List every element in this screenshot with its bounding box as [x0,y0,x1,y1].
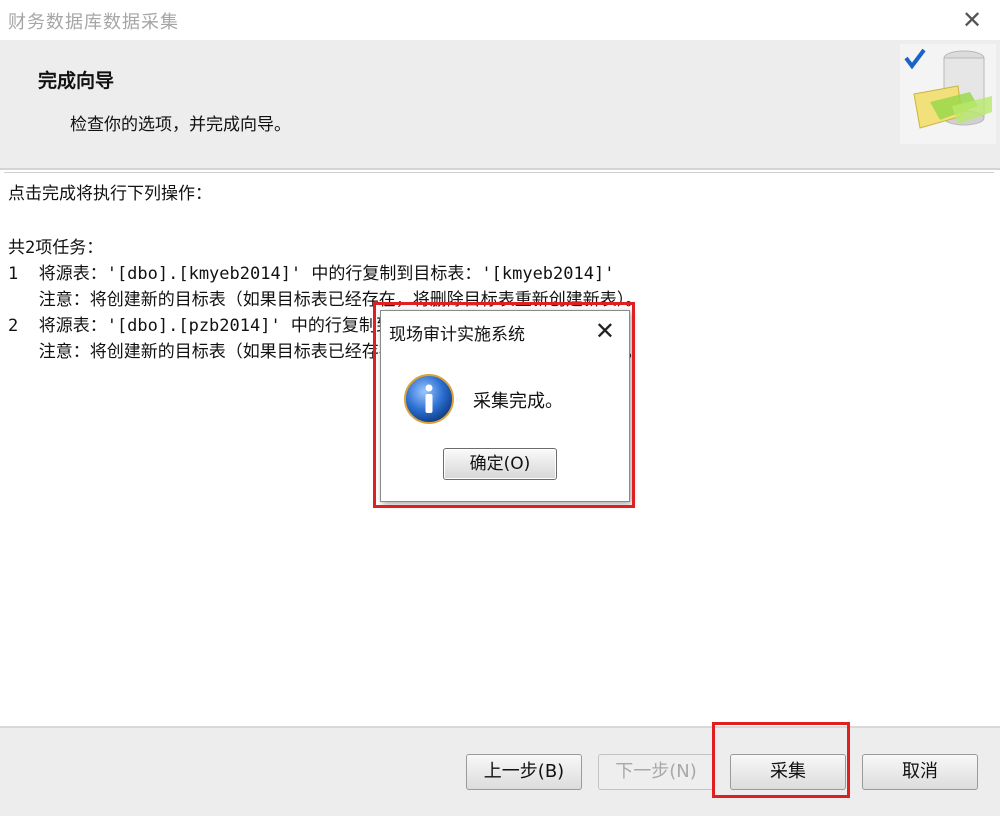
page-subtitle: 检查你的选项，并完成向导。 [70,115,291,135]
wizard-header: 完成向导 检查你的选项，并完成向导。 [0,40,1000,170]
dialog-highlight [373,302,635,508]
back-button[interactable]: 上一步(B) [466,754,582,790]
collect-button-highlight [712,722,850,798]
window-close-icon[interactable]: ✕ [958,6,986,34]
cancel-button[interactable]: 取消 [862,754,978,790]
summary-line: 点击完成将执行下列操作： [8,184,212,204]
database-check-icon [900,44,996,144]
window-titlebar: 财务数据库数据采集 ✕ [0,0,1000,40]
summary-line: 共2项任务： [8,238,104,258]
next-button[interactable]: 下一步(N) [598,754,714,790]
page-title: 完成向导 [38,70,115,92]
summary-line: 1 将源表：'[dbo].[kmyeb2014]' 中的行复制到目标表：'[km… [8,264,615,284]
window-title: 财务数据库数据采集 [8,12,179,33]
wizard-footer: 上一步(B) 下一步(N) 采集 取消 [0,726,1000,816]
